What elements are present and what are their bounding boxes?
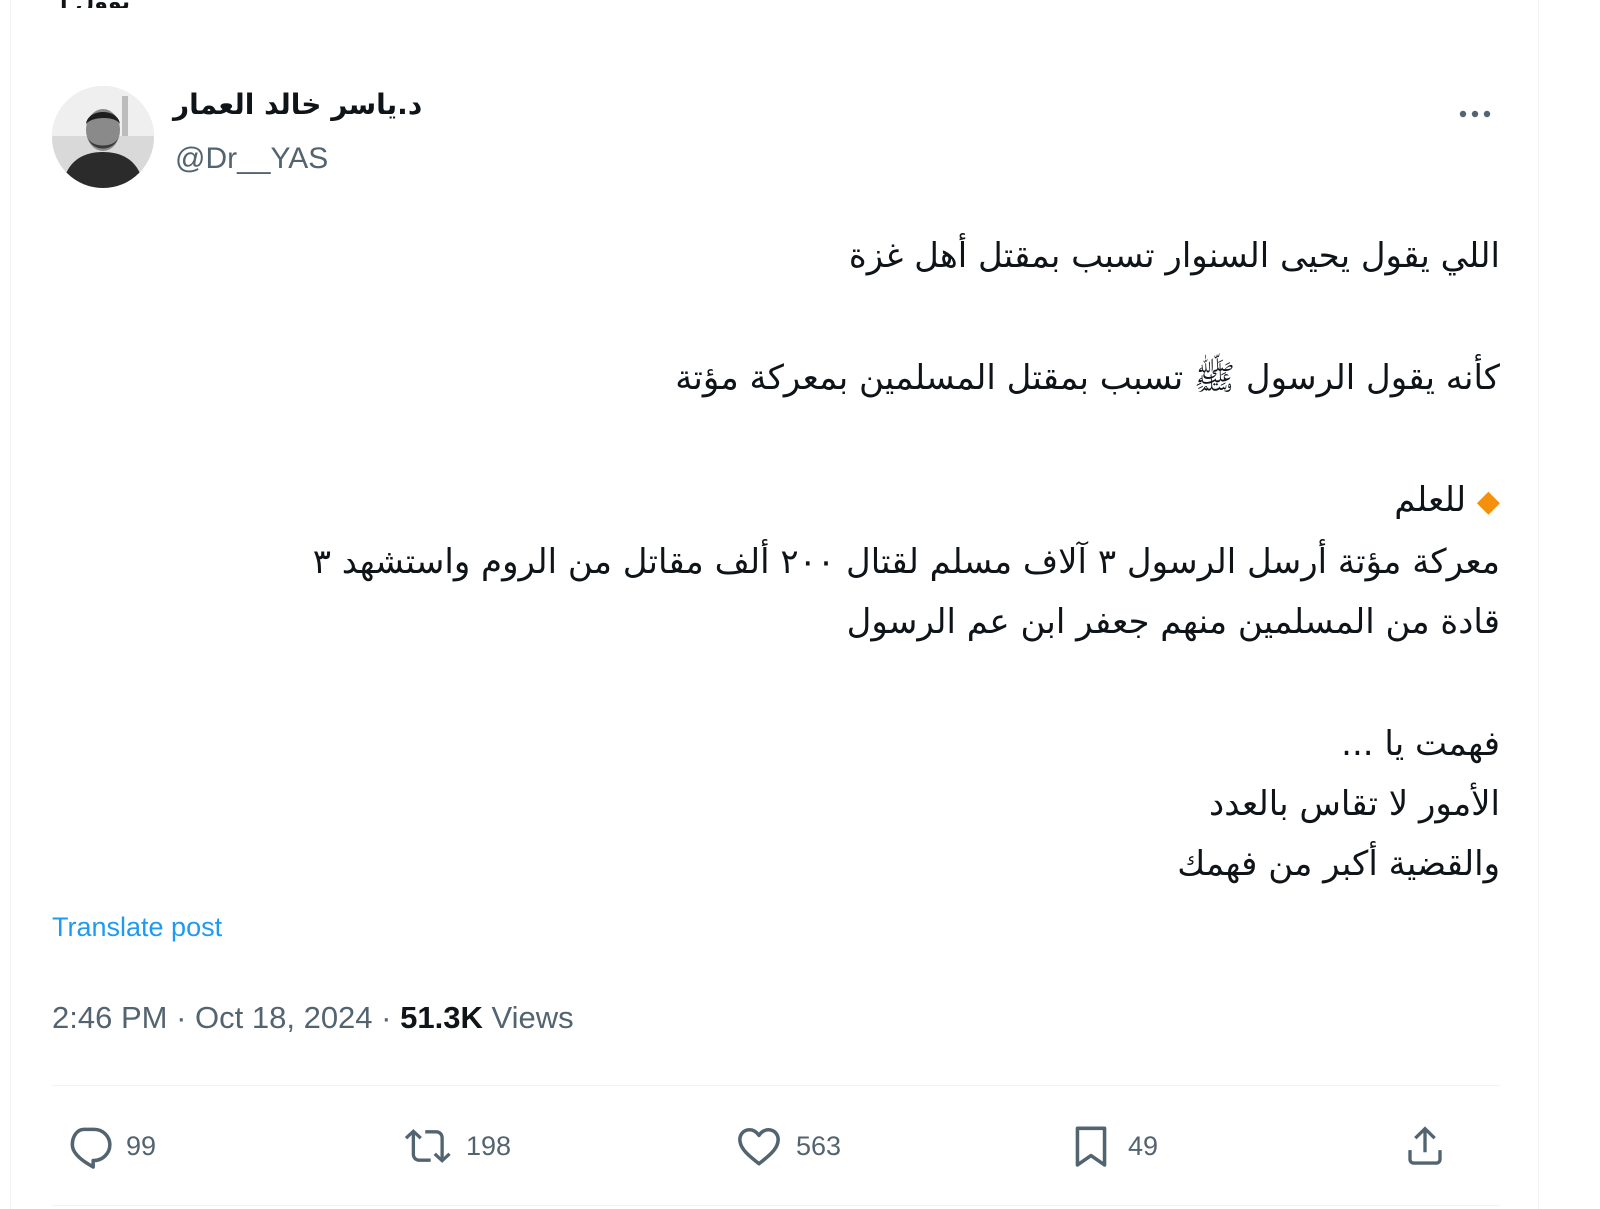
- more-options-button[interactable]: [1452, 96, 1498, 132]
- translate-post-link[interactable]: Translate post: [52, 912, 222, 943]
- tweet-line-with-emoji: ◆ للعلم: [80, 470, 1500, 532]
- views-label: Views: [491, 1000, 574, 1035]
- like-button[interactable]: 563: [734, 1120, 841, 1172]
- author-display-name[interactable]: د.ياسر خالد العمار: [173, 88, 422, 121]
- tweet-line: اللي يقول يحيى السنوار تسبب بمقتل أهل غز…: [848, 236, 1500, 276]
- tweet-line: معركة مؤتة أرسل الرسول ٣ آلاف مسلم لقتال…: [312, 542, 1500, 582]
- tweet-date[interactable]: Oct 18, 2024: [195, 1000, 373, 1035]
- repost-button[interactable]: 198: [404, 1120, 511, 1172]
- author-handle[interactable]: @Dr__YAS: [175, 142, 328, 176]
- bookmark-button[interactable]: 49: [1066, 1120, 1158, 1172]
- reply-button[interactable]: 99: [64, 1120, 156, 1172]
- tweet-line: الأمور لا تقاس بالعدد: [1209, 784, 1500, 824]
- tweet-line: فهمت يا ...: [1341, 724, 1500, 764]
- heart-icon: [738, 1127, 780, 1166]
- divider: [52, 1205, 1500, 1206]
- like-count: 563: [796, 1130, 842, 1161]
- views-count: 51.3K: [400, 1000, 483, 1035]
- avatar[interactable]: [52, 86, 154, 188]
- orange-diamond-icon: ◆: [1476, 484, 1500, 519]
- share-button[interactable]: [1400, 1120, 1450, 1172]
- reply-bubble-icon: [70, 1127, 112, 1169]
- column-border-right: [1538, 0, 1539, 1209]
- more-dots-icon: [1459, 110, 1491, 118]
- column-border-left: [10, 0, 11, 1209]
- meta-separator: ·: [381, 1000, 392, 1035]
- tweet-line-text: للعلم: [1394, 480, 1467, 520]
- reply-count: 99: [126, 1130, 157, 1161]
- tweet-metadata: 2:46 PM · Oct 18, 2024 · 51.3K Views: [52, 1000, 574, 1036]
- share-upload-icon: [1408, 1126, 1442, 1165]
- previous-content-text: بوول ا: [60, 0, 130, 8]
- tweet-text: اللي يقول يحيى السنوار تسبب بمقتل أهل غز…: [80, 226, 1500, 894]
- repost-count: 198: [466, 1130, 512, 1161]
- tweet-line: والقضية أكبر من فهمك: [1177, 844, 1500, 884]
- bookmark-icon: [1075, 1126, 1107, 1167]
- repost-arrows-icon: [404, 1129, 451, 1163]
- avatar-photo: [52, 86, 154, 188]
- tweet-page: بوول ا د.ياسر خالد العمار @Dr__YAS اللي …: [0, 0, 1600, 1209]
- tweet-time[interactable]: 2:46 PM: [52, 1000, 167, 1035]
- tweet-line: قادة من المسلمين منهم جعفر ابن عم الرسول: [846, 602, 1500, 642]
- tweet-line: كأنه يقول الرسول ﷺ تسبب بمقتل المسلمين ب…: [675, 358, 1500, 398]
- bookmark-count: 49: [1128, 1130, 1159, 1161]
- meta-separator: ·: [176, 1000, 187, 1035]
- divider: [52, 1085, 1500, 1086]
- previous-content-clipped: بوول ا: [60, 0, 320, 8]
